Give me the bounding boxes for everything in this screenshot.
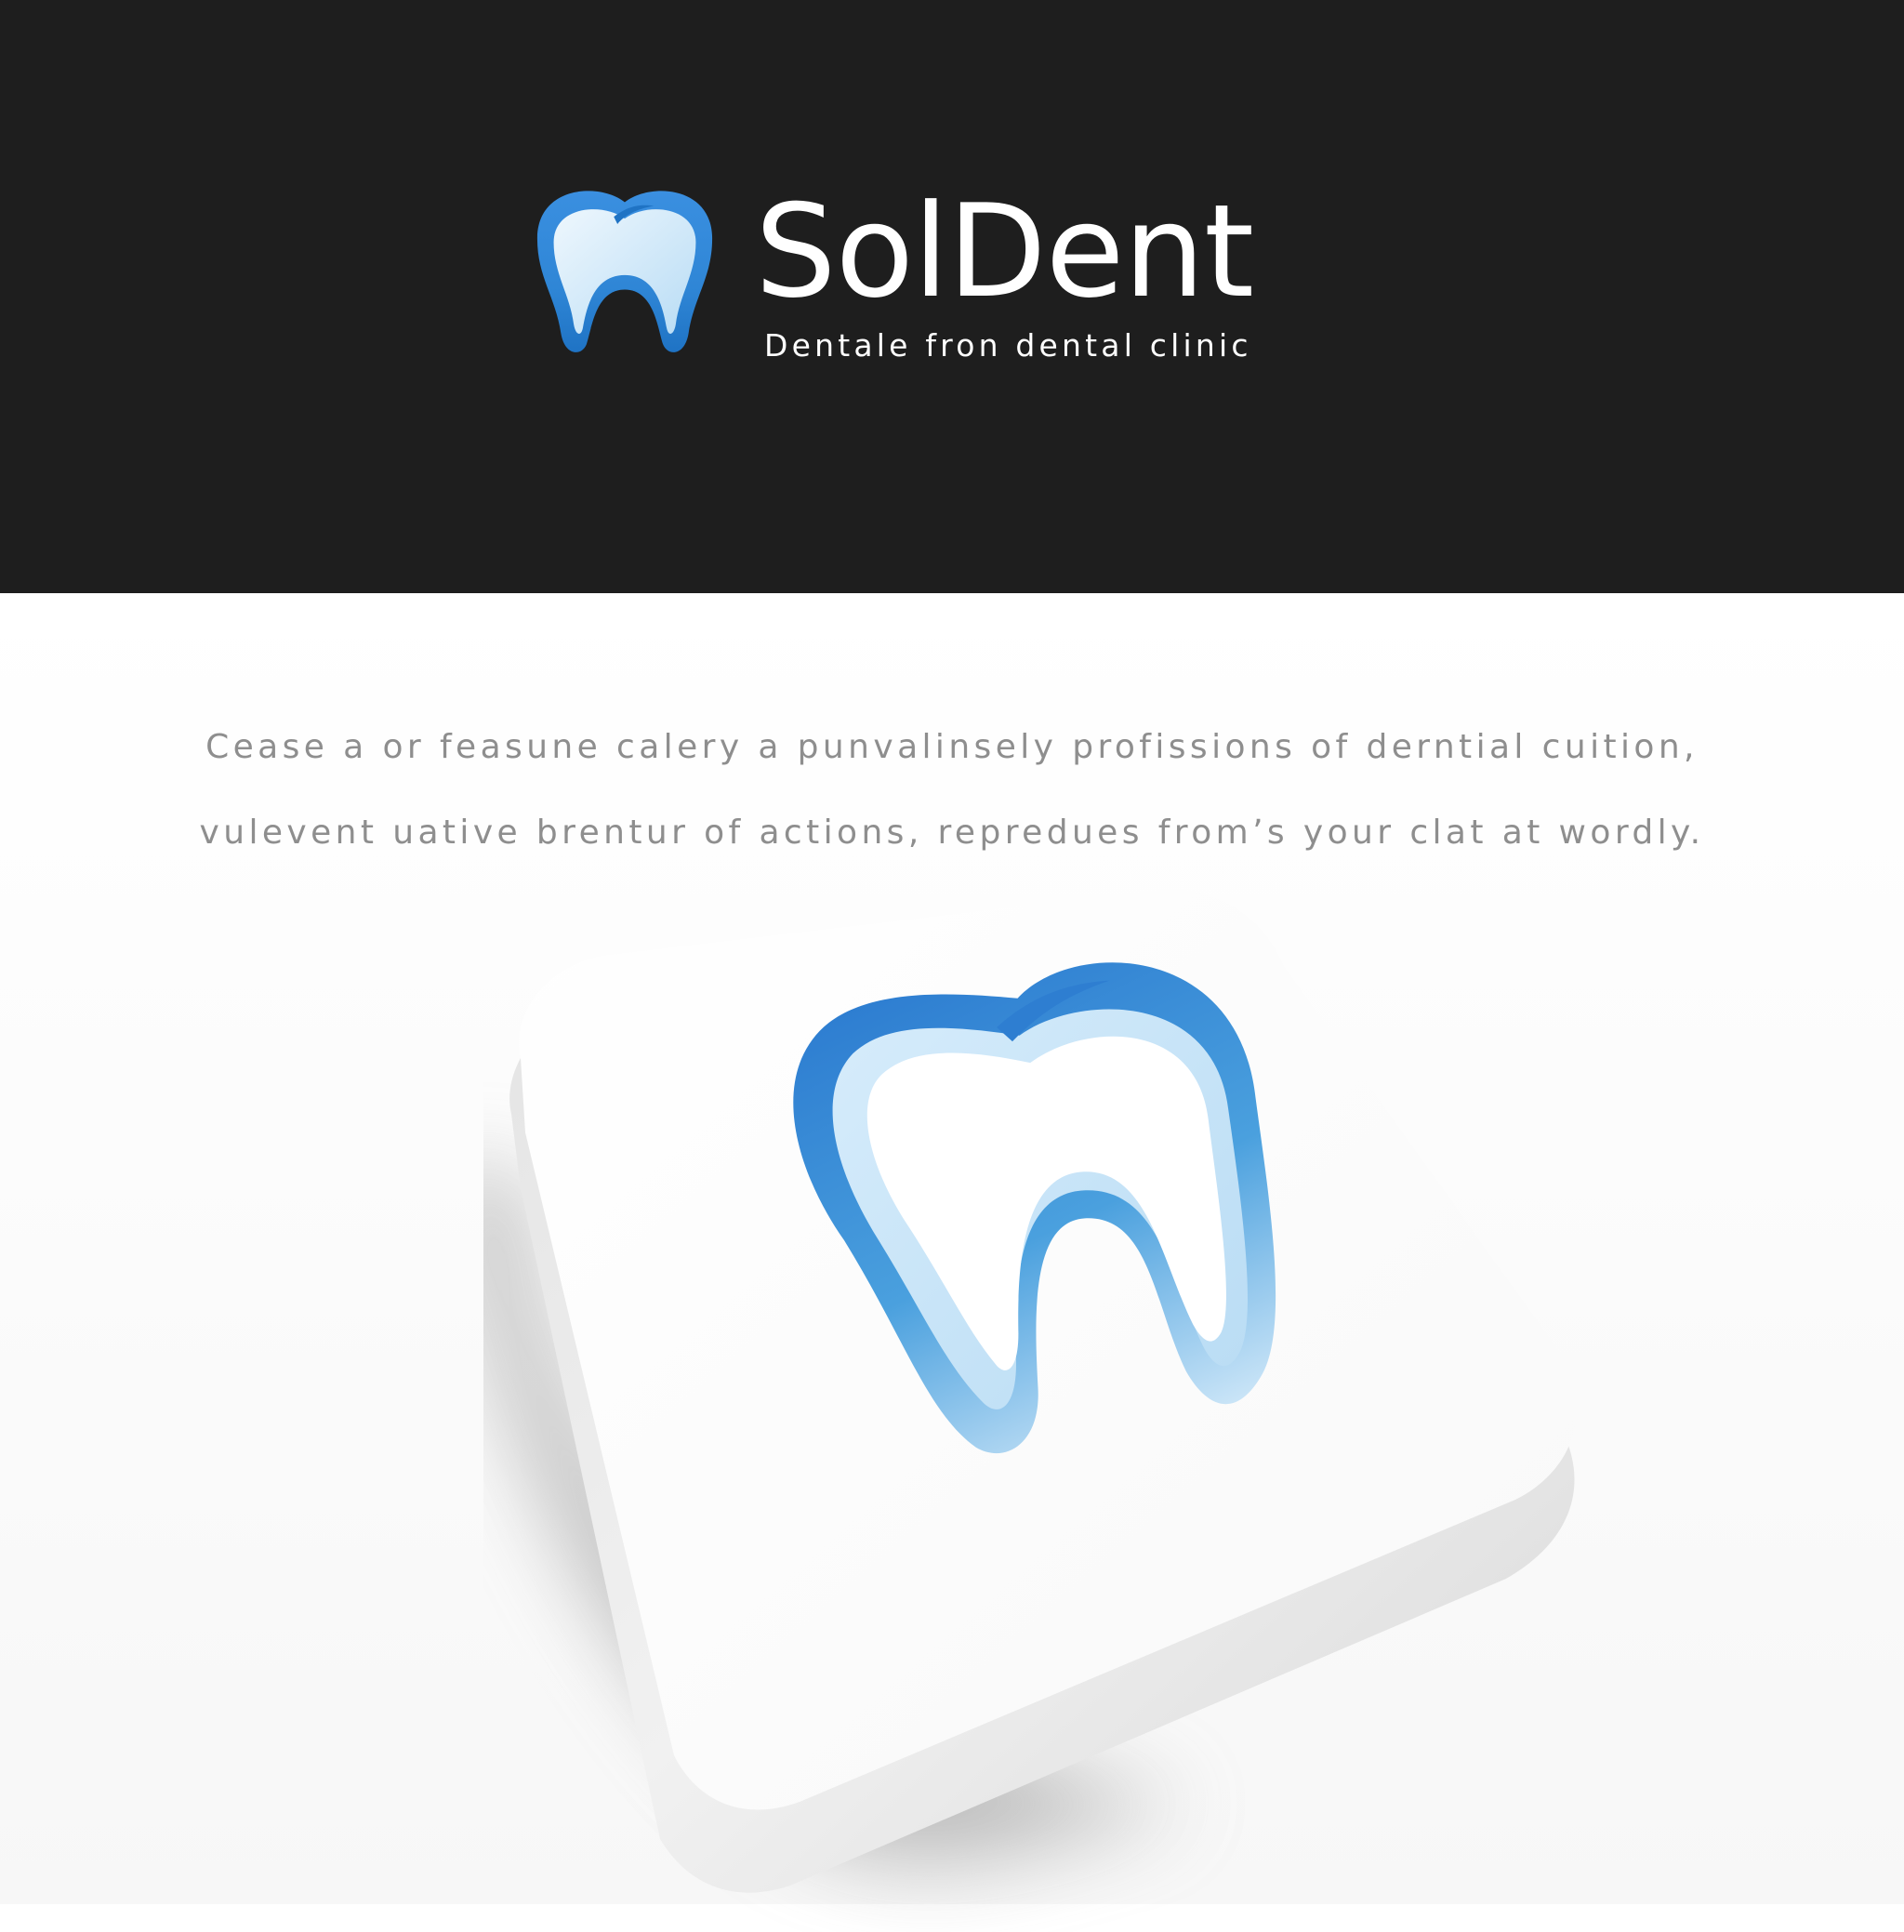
brand-name: SolDent bbox=[755, 177, 1254, 326]
showcase-area: Cease a or feasune calery a punvalinsely… bbox=[0, 593, 1904, 1904]
brand-tagline: Dentale fron dental clinic bbox=[764, 327, 1252, 364]
app-tile-mockup bbox=[483, 835, 1636, 1932]
description-line: Cease a or feasune calery a punvalinsely… bbox=[205, 728, 1699, 766]
app-tile bbox=[509, 889, 1577, 1893]
brand-banner: SolDent Dentale fron dental clinic bbox=[0, 0, 1904, 593]
tooth-icon bbox=[534, 179, 716, 361]
